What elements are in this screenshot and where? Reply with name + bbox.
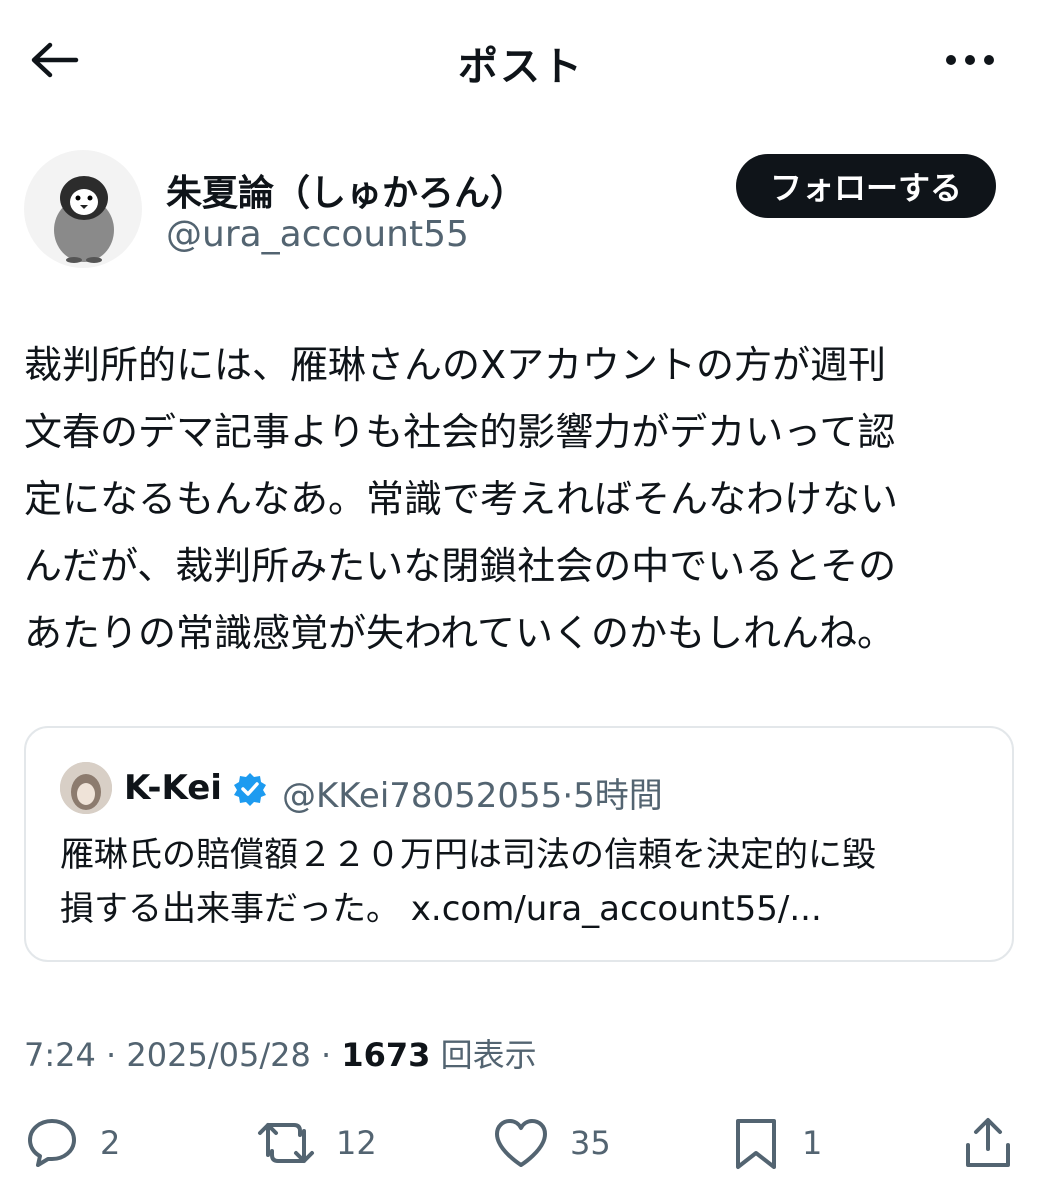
post-meta: 7:24 · 2025/05/28 · 1673 回表示 (24, 1030, 537, 1076)
verified-badge-icon (234, 773, 266, 806)
penguin-avatar (54, 176, 114, 263)
reply-count: 2 (100, 1124, 121, 1162)
meta-separator: · (106, 1036, 117, 1074)
view-label: 回表示 (440, 1036, 537, 1074)
quoted-avatar[interactable] (60, 762, 112, 814)
reply-button[interactable]: 2 (24, 1110, 120, 1176)
post-time: 7:24 (24, 1036, 96, 1074)
meta-separator: · (562, 776, 574, 816)
quoted-time: 5時間 (573, 776, 663, 816)
reply-icon (28, 1119, 76, 1167)
share-button[interactable] (960, 1110, 1016, 1176)
more-icon (946, 55, 994, 65)
display-name[interactable]: 朱夏論（しゅかろん） (166, 164, 526, 216)
like-button[interactable]: 35 (492, 1110, 611, 1176)
page-title: ポスト (458, 44, 584, 90)
quoted-post[interactable]: K-Kei @KKei78052055·5時間 雁琳氏の賠償額２２０万円は司法の… (24, 726, 1014, 962)
action-bar: 2 12 35 1 (0, 1110, 1042, 1180)
follow-button[interactable]: フォローする (735, 154, 996, 218)
post-date: 2025/05/28 (126, 1036, 311, 1074)
quoted-handle: @KKei78052055 (282, 776, 563, 816)
quoted-avatar-image (60, 762, 112, 814)
meta-separator: · (320, 1036, 332, 1074)
repost-icon (258, 1123, 314, 1163)
bookmark-count: 1 (802, 1124, 823, 1162)
post-author: 朱夏論（しゅかろん） @ura_account55 フォローする (24, 150, 1018, 270)
like-count: 35 (570, 1124, 611, 1162)
like-icon (495, 1119, 547, 1167)
top-bar: ポスト (0, 0, 1042, 120)
bookmark-icon (736, 1119, 776, 1169)
quoted-meta: @KKei78052055·5時間 (282, 768, 663, 817)
bookmark-button[interactable]: 1 (730, 1110, 822, 1176)
more-options-button[interactable] (938, 30, 1002, 90)
view-count: 1673 (341, 1036, 431, 1074)
quoted-text: 雁琳氏の賠償額２２０万円は司法の信頼を決定的に毀 損する出来事だった。 x.co… (60, 835, 876, 929)
user-handle[interactable]: @ura_account55 (166, 214, 469, 255)
avatar[interactable] (24, 150, 142, 268)
quoted-display-name: K-Kei (124, 768, 222, 808)
post-text: 裁判所的には、雁琳さんのXアカウントの方が週刊 文春のデマ記事よりも社会的影響力… (24, 343, 899, 655)
share-icon (966, 1118, 1010, 1167)
repost-button[interactable]: 12 (256, 1110, 377, 1176)
repost-count: 12 (336, 1124, 377, 1162)
